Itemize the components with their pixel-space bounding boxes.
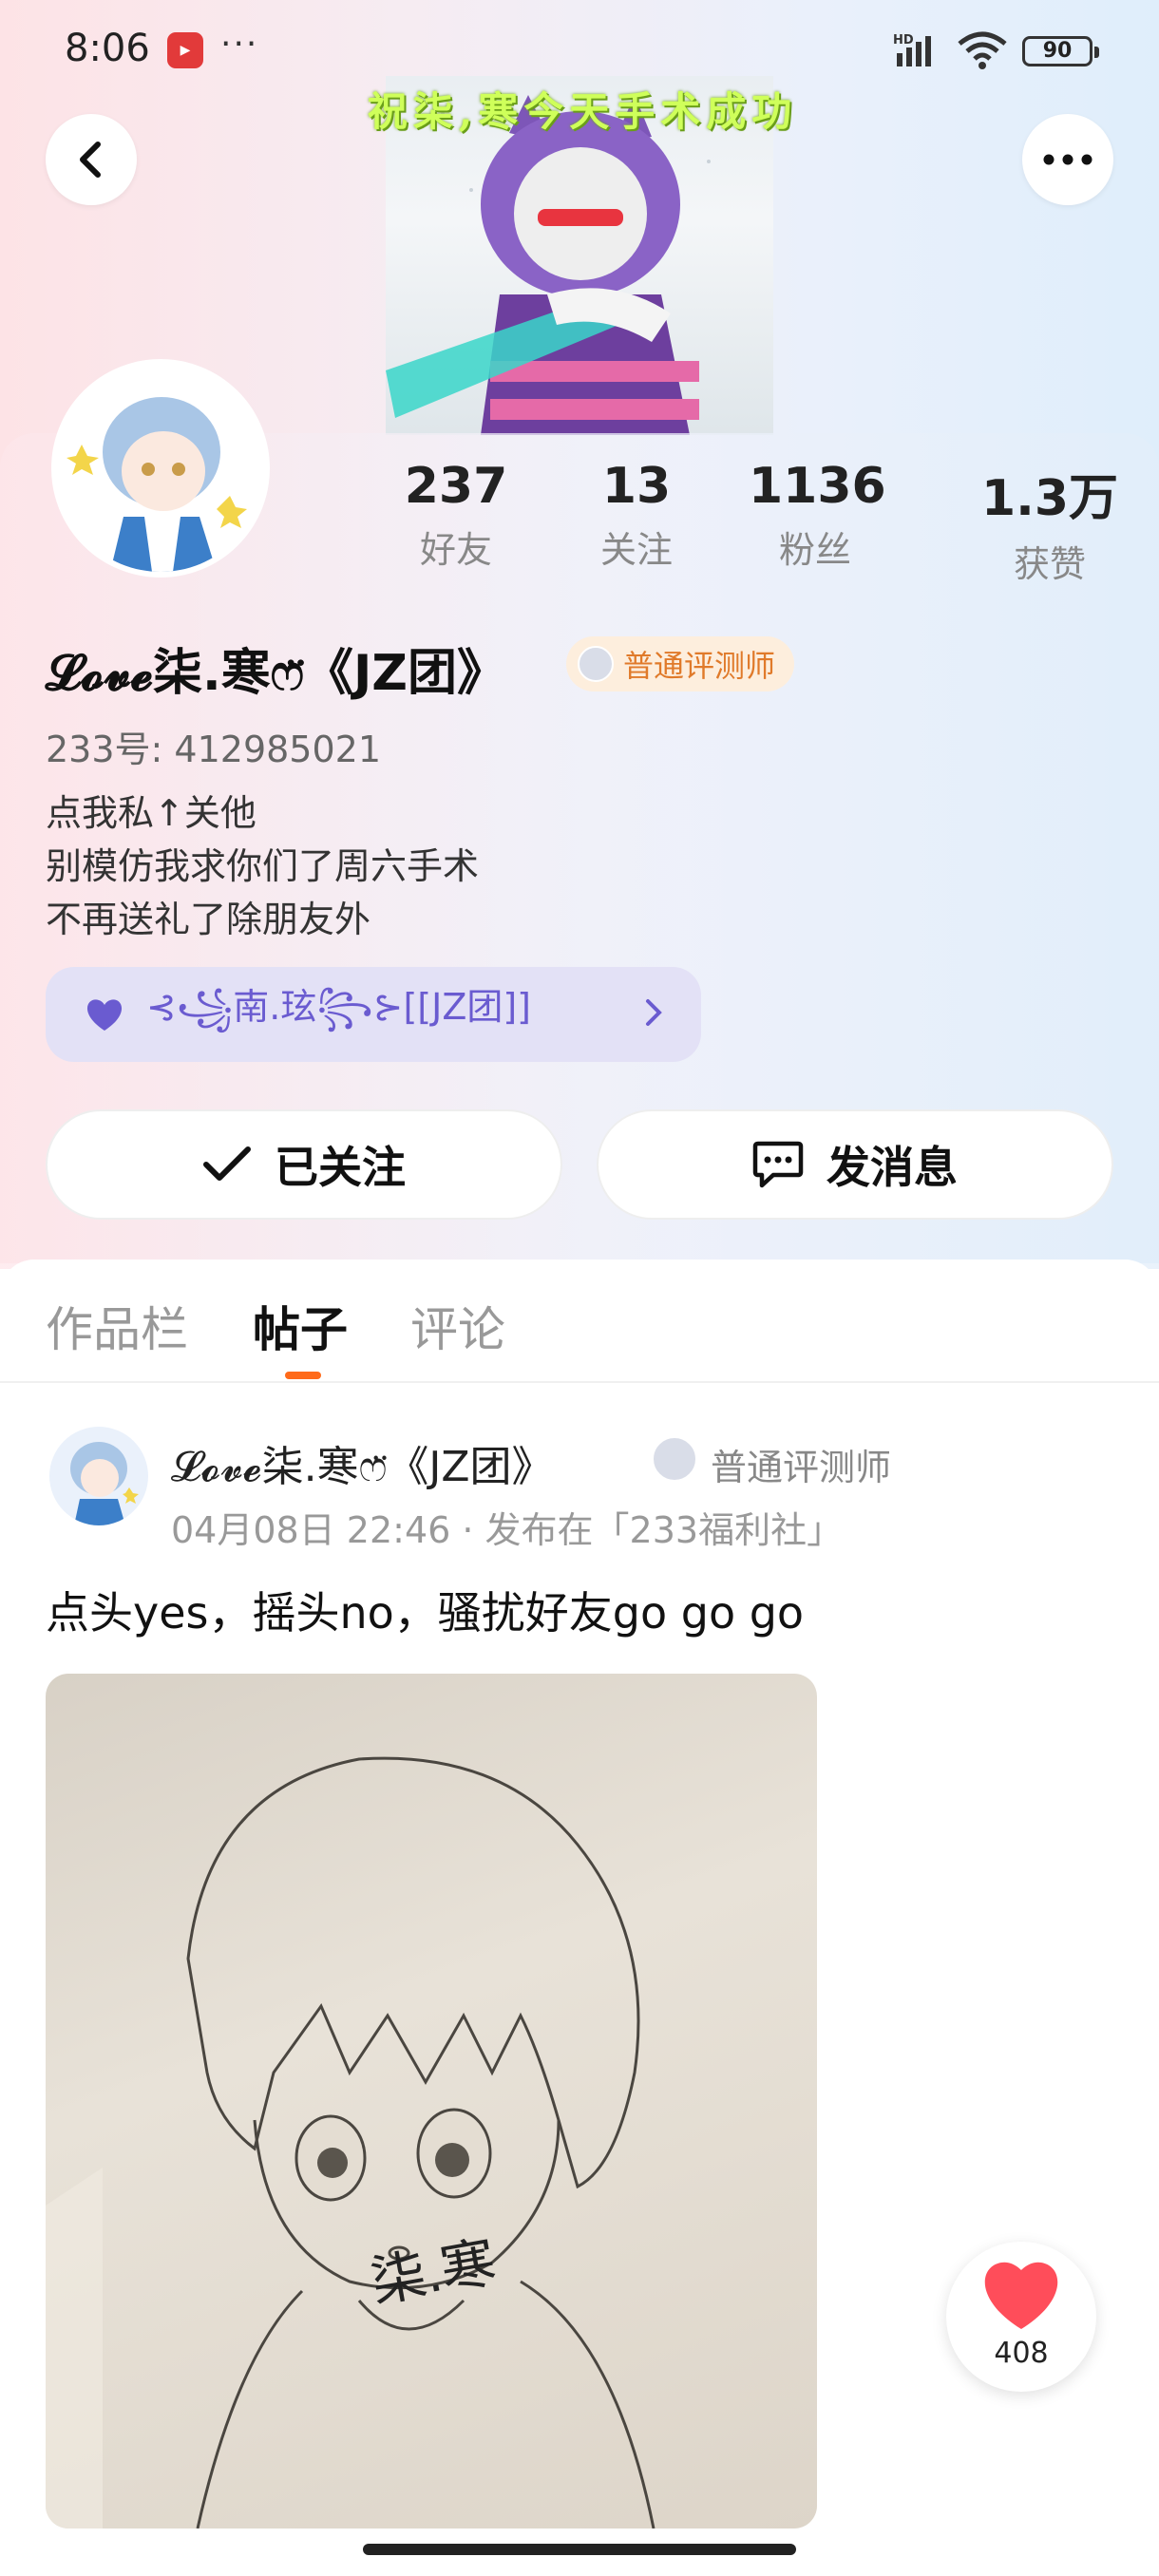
chevron-left-icon: [80, 142, 101, 178]
bio: 点我私↑关他 别模仿我求你们了周六手术 不再送礼了除朋友外: [46, 786, 479, 946]
checkmark-icon: [203, 1146, 251, 1181]
more-notifications-icon: ···: [220, 25, 259, 64]
chevron-right-icon: [646, 999, 662, 1026]
cellular-signal-icon: HD: [893, 33, 931, 66]
svg-text:柒.寒: 柒.寒: [367, 2231, 501, 2314]
profile-tabs: 作品栏 帖子 评论: [0, 1260, 1159, 1383]
battery-icon: 90: [1022, 36, 1099, 66]
send-message-button[interactable]: 发消息: [597, 1109, 1113, 1220]
profile-stats: 237 好友 13 关注 1136 粉丝 1.3万 获赞: [399, 458, 1130, 591]
stat-fans[interactable]: 1136 粉丝: [749, 458, 886, 573]
group-name: ⊰꧁南.玹꧂⊱[[JZ团]]: [146, 985, 532, 1028]
user-id: 233号: 412985021: [46, 729, 382, 770]
reviewer-badge[interactable]: 普通评测师: [566, 636, 795, 691]
chat-bubble-icon: [752, 1141, 804, 1188]
stat-likes[interactable]: 1.3万 获赞: [978, 458, 1121, 587]
stat-value: 237: [404, 458, 508, 515]
stat-value: 1136: [749, 458, 886, 515]
profile-username: 𝓛𝓸𝓿𝓮柒.寒ෆ̈《JZ团》: [46, 645, 507, 702]
post-meta: 04月08日 22:46 · 发布在「233福利社」: [171, 1509, 844, 1551]
app-notification-icon: ▶: [167, 32, 203, 68]
badge-label: 普通评测师: [623, 648, 776, 684]
bio-line: 别模仿我求你们了周六手术: [46, 845, 480, 887]
bio-line: 点我私↑关他: [46, 792, 256, 834]
status-time: 8:06: [65, 27, 150, 70]
like-count: 408: [994, 2337, 1049, 2370]
more-options-button[interactable]: [1022, 114, 1113, 205]
tab-works[interactable]: 作品栏: [46, 1292, 188, 1360]
post-image[interactable]: 柒.寒: [46, 1674, 817, 2529]
message-label: 发消息: [826, 1142, 958, 1193]
post-text[interactable]: 点头yes，摇头no，骚扰好友go go go: [46, 1579, 804, 1641]
avatar[interactable]: [51, 359, 270, 578]
stat-value: 13: [601, 458, 672, 515]
ellipsis-icon: [1043, 154, 1092, 165]
stat-label: 好友: [419, 529, 492, 571]
stat-label: 获赞: [1013, 543, 1086, 585]
post-badge-avatar: [652, 1436, 697, 1482]
svg-text:HD: HD: [893, 33, 914, 47]
post-author-name[interactable]: 𝓛𝓸𝓿𝓮柒.寒ෆ̈《JZ团》: [171, 1432, 554, 1493]
post-badge-label: 普通评测师: [711, 1447, 892, 1488]
stat-following[interactable]: 13 关注: [589, 458, 684, 573]
tab-comments[interactable]: 评论: [410, 1292, 505, 1360]
group-link[interactable]: ⊰꧁南.玹꧂⊱[[JZ团]]: [46, 967, 701, 1062]
stat-friends[interactable]: 237 好友: [399, 458, 513, 573]
post-author-avatar[interactable]: [49, 1427, 148, 1525]
bio-line: 不再送礼了除朋友外: [46, 899, 371, 940]
active-tab-indicator: [285, 1372, 321, 1379]
stat-value: 1.3万: [980, 470, 1119, 527]
wifi-icon: [958, 31, 1007, 69]
followed-button[interactable]: 已关注: [46, 1109, 562, 1220]
tab-posts[interactable]: 帖子: [253, 1292, 348, 1360]
back-button[interactable]: [46, 114, 137, 205]
cover-banner-text: 祝柒,寒今天手术成功: [367, 88, 798, 135]
badge-avatar: [578, 646, 614, 682]
stat-label: 关注: [599, 529, 673, 571]
follow-label: 已关注: [275, 1142, 406, 1193]
heart-icon: [984, 2262, 1058, 2329]
stat-label: 粉丝: [778, 529, 851, 571]
like-button[interactable]: 408: [946, 2242, 1096, 2392]
home-indicator[interactable]: [363, 2544, 796, 2555]
heart-icon: [86, 999, 123, 1031]
